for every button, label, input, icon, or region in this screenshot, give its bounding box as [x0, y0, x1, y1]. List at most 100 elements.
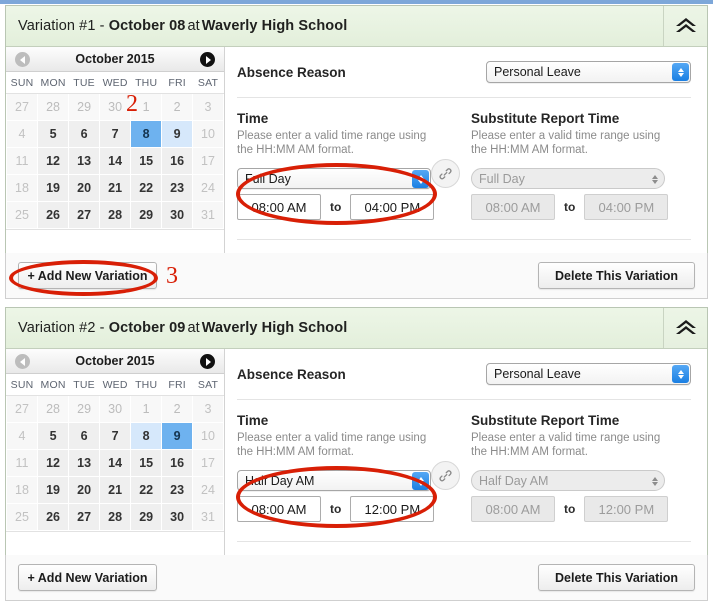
link-times-button-2[interactable] — [431, 461, 460, 490]
calendar-day-cell[interactable]: 9 — [161, 120, 194, 148]
absence-reason-select-2[interactable]: Personal Leave — [486, 363, 691, 385]
calendar-day-cell[interactable]: 24 — [192, 476, 224, 504]
variation-1-title: Variation #1 - October 08 at Waverly High … — [6, 18, 347, 34]
calendar-day-cell[interactable]: 5 — [37, 422, 70, 450]
calendar-day-cell[interactable]: 15 — [130, 449, 163, 477]
calendar-day-cell[interactable]: 28 — [37, 93, 70, 121]
calendar-week-row: 27 28 29 30 1 2 3 — [5, 93, 224, 121]
calendar-day-cell[interactable]: 13 — [68, 147, 101, 175]
calendar-day-cell[interactable]: 12 — [37, 147, 70, 175]
calendar-day-cell[interactable]: 11 — [5, 147, 39, 175]
collapse-button-2[interactable] — [663, 308, 707, 348]
time-start-input-1[interactable]: 08:00 AM — [237, 194, 321, 220]
calendar-day-cell[interactable]: 23 — [161, 174, 194, 202]
calendar-day-cell[interactable]: 24 — [192, 174, 224, 202]
add-new-variation-button-2[interactable]: + Add New Variation — [18, 564, 157, 591]
time-duration-select-1[interactable]: Full Day — [237, 168, 431, 189]
calendar-day-cell[interactable]: 7 — [99, 422, 132, 450]
delete-this-variation-button-1[interactable]: Delete This Variation — [538, 262, 695, 289]
calendar-day-cell[interactable]: 29 — [68, 395, 101, 423]
weekday-tue: TUE — [68, 72, 100, 94]
calendar-day-cell[interactable]: 3 — [192, 395, 224, 423]
calendar-day-cell[interactable]: 8 — [130, 422, 163, 450]
substitute-controls-1: Full Day 08:00 AM to 04:00 PM — [471, 168, 691, 220]
calendar-day-cell[interactable]: 14 — [99, 449, 132, 477]
calendar-day-cell[interactable]: 13 — [68, 449, 101, 477]
time-controls-1: Full Day 08:00 AM to 04:00 PM — [237, 168, 464, 220]
calendar-day-cell[interactable]: 27 — [68, 503, 101, 531]
calendar-day-cell[interactable]: 3 — [192, 93, 224, 121]
calendar-day-cell[interactable]: 5 — [37, 120, 70, 148]
calendar-day-cell[interactable]: 28 — [37, 395, 70, 423]
calendar-day-cell[interactable]: 10 — [192, 422, 224, 450]
calendar-day-cell[interactable]: 25 — [5, 503, 39, 531]
calendar-day-cell[interactable]: 8 — [130, 120, 163, 148]
calendar-day-cell[interactable]: 20 — [68, 476, 101, 504]
calendar-week-row: 11 12 13 14 15 16 17 — [5, 147, 224, 175]
time-hint-1: Please enter a valid time range using th… — [237, 130, 427, 156]
calendar-day-cell[interactable]: 18 — [5, 476, 39, 504]
calendar-day-cell[interactable]: 28 — [99, 503, 132, 531]
calendar-day-cell[interactable]: 30 — [161, 503, 194, 531]
calendar-day-cell[interactable]: 17 — [192, 147, 224, 175]
calendar-day-cell[interactable]: 18 — [5, 174, 39, 202]
calendar-day-cell[interactable]: 16 — [161, 449, 194, 477]
calendar-day-cell[interactable]: 2 — [161, 93, 194, 121]
calendar-prev-month-button[interactable] — [15, 354, 30, 369]
calendar-day-cell[interactable]: 11 — [5, 449, 39, 477]
calendar-day-cell[interactable]: 6 — [68, 120, 101, 148]
calendar-day-cell[interactable]: 12 — [37, 449, 70, 477]
calendar-day-cell[interactable]: 21 — [99, 174, 132, 202]
calendar-day-cell[interactable]: 30 — [99, 395, 132, 423]
weekday-mon: MON — [37, 374, 69, 396]
calendar-day-cell[interactable]: 19 — [37, 174, 70, 202]
calendar-day-cell[interactable]: 14 — [99, 147, 132, 175]
delete-this-variation-button-2[interactable]: Delete This Variation — [538, 564, 695, 591]
calendar-day-cell[interactable]: 2 — [161, 395, 194, 423]
stepper-updown-icon — [672, 365, 689, 383]
calendar-day-cell[interactable]: 29 — [130, 503, 163, 531]
calendar-day-cell[interactable]: 23 — [161, 476, 194, 504]
calendar-day-cell[interactable]: 21 — [99, 476, 132, 504]
absence-reason-select-1[interactable]: Personal Leave — [486, 61, 691, 83]
calendar-day-cell[interactable]: 22 — [130, 476, 163, 504]
calendar-day-cell[interactable]: 31 — [192, 503, 224, 531]
collapse-button-1[interactable] — [663, 6, 707, 46]
calendar-day-cell[interactable]: 20 — [68, 174, 101, 202]
calendar-day-cell[interactable]: 7 — [99, 120, 132, 148]
calendar-next-month-button[interactable] — [200, 52, 215, 67]
calendar-day-cell[interactable]: 9 — [161, 422, 194, 450]
calendar-day-cell[interactable]: 26 — [37, 201, 70, 229]
calendar-day-cell[interactable]: 27 — [5, 93, 39, 121]
link-times-button-1[interactable] — [431, 159, 460, 188]
calendar-day-cell[interactable]: 4 — [5, 422, 39, 450]
stepper-updown-icon — [672, 63, 689, 81]
calendar-day-cell[interactable]: 27 — [5, 395, 39, 423]
add-new-variation-button-1[interactable]: + Add New Variation — [18, 262, 157, 289]
calendar-day-cell[interactable]: 27 — [68, 201, 101, 229]
calendar-day-cell[interactable]: 1 — [130, 395, 163, 423]
calendar-day-cell[interactable]: 15 — [130, 147, 163, 175]
calendar-next-month-button[interactable] — [200, 354, 215, 369]
calendar-day-cell[interactable]: 31 — [192, 201, 224, 229]
calendar-day-cell[interactable]: 6 — [68, 422, 101, 450]
calendar-day-cell[interactable]: 16 — [161, 147, 194, 175]
calendar-prev-month-button[interactable] — [15, 52, 30, 67]
calendar-day-cell[interactable]: 29 — [68, 93, 101, 121]
calendar-day-cell[interactable]: 28 — [99, 201, 132, 229]
time-start-input-2[interactable]: 08:00 AM — [237, 496, 321, 522]
calendar-day-cell[interactable]: 17 — [192, 449, 224, 477]
time-duration-select-2[interactable]: Half Day AM — [237, 470, 431, 491]
calendar-day-cell[interactable]: 4 — [5, 120, 39, 148]
calendar-day-cell[interactable]: 19 — [37, 476, 70, 504]
calendar-day-cell[interactable]: 29 — [130, 201, 163, 229]
calendar-day-cell[interactable]: 25 — [5, 201, 39, 229]
calendar-day-cell[interactable]: 26 — [37, 503, 70, 531]
calendar-weekday-row: SUN MON TUE WED THU FRI SAT — [6, 374, 224, 396]
calendar-day-cell[interactable]: 30 — [161, 201, 194, 229]
calendar-day-cell[interactable]: 10 — [192, 120, 224, 148]
calendar-day-cell[interactable]: 22 — [130, 174, 163, 202]
time-end-input-2[interactable]: 12:00 PM — [350, 496, 435, 522]
calendar-week-row: 18 19 20 21 22 23 24 — [5, 476, 224, 504]
time-end-input-1[interactable]: 04:00 PM — [350, 194, 435, 220]
